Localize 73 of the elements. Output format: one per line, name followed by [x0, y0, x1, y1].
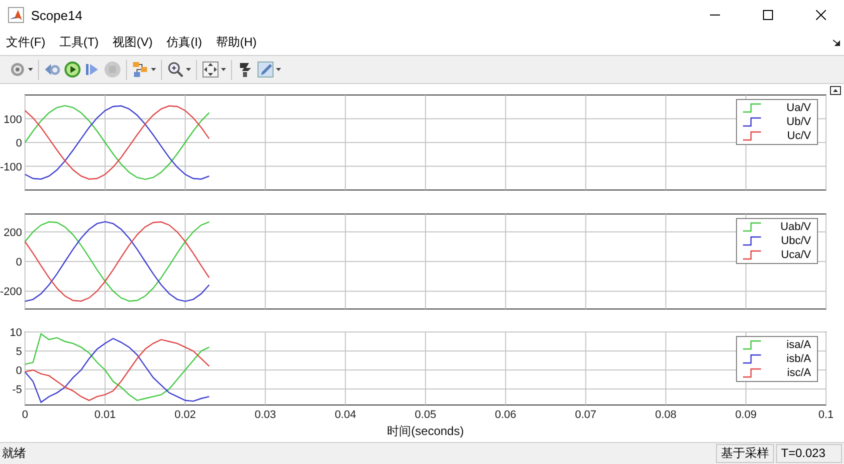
- legend-line-icon: [743, 222, 761, 232]
- y-tick-label: -200: [0, 286, 22, 298]
- run-button[interactable]: [64, 60, 81, 80]
- legend-line-icon: [743, 250, 761, 260]
- x-axis-label: 时间(seconds): [387, 424, 464, 438]
- caret-icon: [151, 68, 156, 71]
- zoom-button[interactable]: [167, 60, 191, 80]
- y-tick-label: 0: [16, 365, 22, 378]
- caret-icon: [276, 68, 281, 71]
- window-title: Scope14: [31, 8, 84, 22]
- legend-line-icon: [743, 236, 761, 246]
- maximize-icon[interactable]: [763, 10, 773, 20]
- undock-icon[interactable]: [830, 86, 841, 95]
- close-icon[interactable]: [816, 10, 826, 20]
- zoom-icon: [167, 61, 184, 78]
- legend-label: Uab/V: [779, 221, 811, 233]
- fit-to-view-icon: [202, 61, 219, 78]
- x-tick-label: 0.05: [414, 409, 436, 421]
- x-tick-label: 0.09: [735, 409, 757, 421]
- caret-icon: [221, 68, 226, 71]
- signals-button[interactable]: [132, 60, 156, 80]
- simulation-time: T=0.023: [776, 444, 842, 463]
- x-tick-label: 0.06: [494, 409, 516, 421]
- y-tick-label: 100: [4, 114, 22, 126]
- x-tick-label: 0: [22, 409, 28, 421]
- legend-label: Ubc/V: [780, 235, 811, 247]
- x-tick-label: 0.03: [254, 409, 276, 421]
- sampling-mode: 基于采样: [716, 444, 774, 463]
- app-logo-icon: [8, 7, 24, 23]
- y-tick-label: 10: [10, 327, 22, 339]
- legend-line-icon: [743, 131, 761, 141]
- caret-icon: [28, 68, 33, 71]
- x-tick-label: 0.01: [94, 409, 116, 421]
- stop-icon: [104, 61, 121, 78]
- menu-item[interactable]: 视图(V): [112, 34, 153, 51]
- legend-line-icon: [743, 354, 761, 364]
- style-button[interactable]: [257, 60, 281, 80]
- legend-label: Ub/V: [786, 116, 811, 128]
- legend-label: isc/A: [786, 367, 811, 379]
- dock-arrow-icon[interactable]: [833, 39, 840, 46]
- legend-label: isb/A: [786, 353, 811, 365]
- y-tick-label: -5: [12, 384, 22, 396]
- legend-line-icon: [743, 340, 761, 350]
- legend-line-icon: [743, 368, 761, 378]
- menu-item[interactable]: 文件(F): [6, 34, 46, 51]
- y-tick-label: 0: [16, 256, 22, 268]
- y-tick-label: -100: [0, 161, 22, 174]
- highlight-icon: [237, 61, 254, 78]
- legend-label: Uca/V: [780, 249, 811, 261]
- signal-blocks-icon: [132, 61, 149, 78]
- gear-icon: [9, 61, 26, 78]
- fit-button[interactable]: [202, 60, 226, 80]
- pencil-icon: [257, 61, 274, 78]
- x-tick-label: 0.04: [334, 409, 356, 421]
- legend-label: isa/A: [786, 339, 811, 351]
- step-back-icon: [44, 61, 61, 78]
- legend-label: Ua/V: [786, 102, 811, 114]
- y-tick-label: 0: [16, 138, 22, 150]
- y-tick-label: 200: [4, 226, 22, 239]
- legend-line-icon: [743, 117, 761, 127]
- legend-label: Uc/V: [786, 130, 811, 142]
- status-message: 就绪: [1, 445, 27, 462]
- x-tick-label: 0.07: [575, 409, 596, 421]
- legend-line-icon: [743, 103, 761, 113]
- y-tick-label: 5: [16, 346, 22, 358]
- menu-item[interactable]: 帮助(H): [216, 34, 257, 51]
- play-icon: [64, 61, 81, 78]
- caret-icon: [186, 68, 191, 71]
- x-tick-label: 0.08: [655, 409, 676, 421]
- menu-item[interactable]: 工具(T): [59, 34, 99, 51]
- menu-item[interactable]: 仿真(I): [166, 34, 202, 51]
- x-tick-label: 0.1: [818, 409, 834, 421]
- x-tick-label: 0.02: [174, 409, 196, 421]
